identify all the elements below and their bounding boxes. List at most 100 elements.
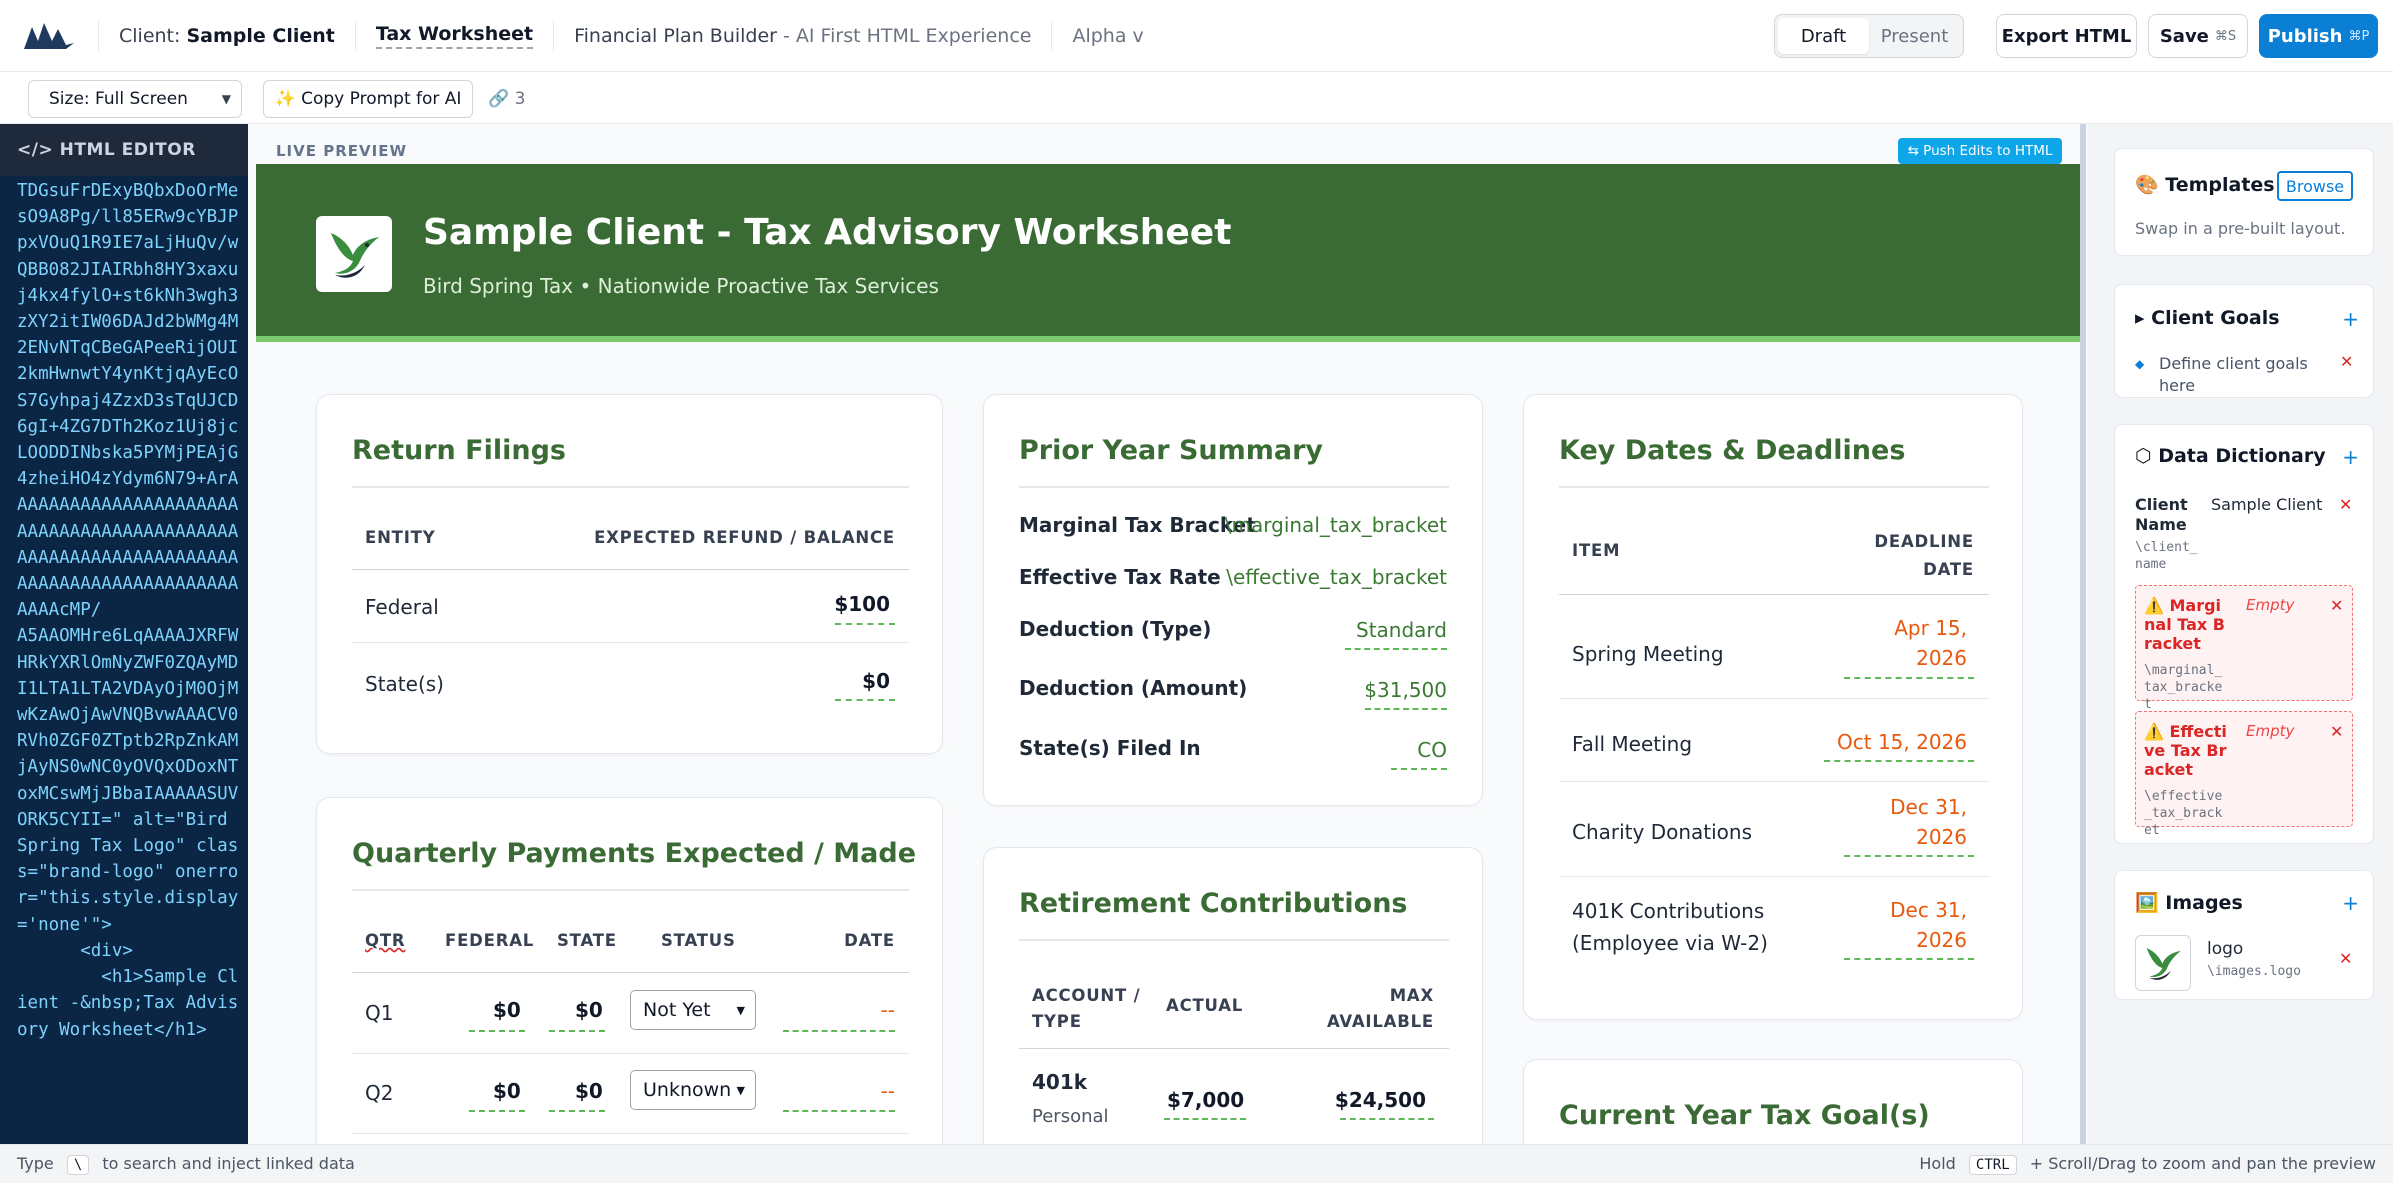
state-value[interactable]: $0 (575, 1079, 603, 1103)
editable-underline (469, 1110, 525, 1112)
worksheet-title: Sample Client - Tax Advisory Worksheet (423, 212, 1232, 253)
client-name: Sample Client (186, 24, 335, 47)
push-edits-button[interactable]: ⇆ Push Edits to HTML (1898, 138, 2062, 164)
key-dates-title: Key Dates & Deadlines (1559, 435, 1906, 466)
divider (1559, 876, 1989, 877)
col-deadline: DEADLINE DATE (1874, 532, 1974, 579)
dict-entry-value[interactable]: Sample Client (2211, 495, 2322, 514)
client-goals-title[interactable]: ▸ Client Goals (2135, 307, 2280, 329)
image-name: logo (2207, 939, 2244, 959)
dict-entry-value[interactable]: Empty (2246, 596, 2294, 614)
mode-toggle: Draft Present (1774, 14, 1964, 58)
deadline-value[interactable]: Oct 15, 2026 (1837, 730, 1967, 754)
status-select[interactable]: Not Yet ▼ (630, 990, 756, 1030)
editable-underline (1824, 760, 1974, 762)
deadline-value[interactable]: Dec 31, 2026 (1837, 895, 1967, 955)
federal-value[interactable]: $0 (493, 998, 521, 1022)
publish-button[interactable]: Publish ⌘P (2259, 14, 2378, 58)
summary-value[interactable]: CO (1417, 738, 1447, 762)
mode-draft-button[interactable]: Draft (1778, 18, 1869, 54)
app-title: Financial Plan Builder - AI First HTML E… (574, 24, 1032, 47)
image-thumbnail[interactable] (2135, 935, 2191, 991)
dict-entry-value[interactable]: Empty (2246, 722, 2294, 740)
summary-label: Deduction (Amount) (1019, 676, 1248, 700)
linked-count[interactable]: 🔗 3 (488, 89, 525, 109)
federal-value[interactable]: $0 (493, 1079, 521, 1103)
editable-underline (835, 699, 895, 701)
version-label: Alpha v (1072, 24, 1144, 47)
dict-entry-key: \client_name (2135, 540, 2198, 572)
prior-year-title: Prior Year Summary (1019, 435, 1324, 466)
app-logo-icon[interactable] (22, 18, 78, 54)
remove-entry-icon[interactable]: ✕ (2330, 596, 2343, 615)
chevron-down-icon: ▼ (736, 1004, 745, 1017)
editable-underline (1391, 768, 1447, 770)
status-select[interactable]: Unknown ▼ (630, 1070, 756, 1110)
zoom-hint: Hold CTRL + Scroll/Drag to zoom and pan … (1919, 1154, 2376, 1175)
dict-entry-label: ⚠️ Effective Tax Bracket (2144, 722, 2227, 779)
divider (1051, 20, 1053, 51)
summary-value[interactable]: \effective_tax_bracket (1226, 565, 1447, 589)
editable-underline (1844, 677, 1974, 679)
summary-value[interactable]: \marginal_tax_bracket (1225, 513, 1447, 537)
remove-entry-icon[interactable]: ✕ (2330, 722, 2343, 741)
deadline-value[interactable]: Apr 15, 2026 (1837, 613, 1967, 673)
copy-prompt-button[interactable]: ✨ Copy Prompt for AI (263, 80, 473, 118)
divider (1559, 698, 1989, 699)
divider (354, 20, 356, 51)
templates-title: 🎨 Templates (2135, 174, 2275, 196)
actual-value[interactable]: $7,000 (1167, 1088, 1244, 1112)
templates-description: Swap in a pre-built layout. (2135, 219, 2346, 238)
add-image-icon[interactable]: + (2342, 891, 2359, 915)
deadline-value[interactable]: Dec 31, 2026 (1837, 792, 1967, 852)
backslash-key: \ (66, 1155, 90, 1175)
editable-underline (1345, 648, 1447, 650)
summary-value[interactable]: Standard (1356, 618, 1447, 642)
date-item: Spring Meeting (1572, 642, 1724, 666)
col-item: ITEM (1572, 541, 1621, 560)
date-value[interactable]: -- (881, 1079, 895, 1103)
mode-present-button[interactable]: Present (1869, 18, 1960, 54)
dict-entry-label: ⚠️ Marginal Tax Bracket (2144, 596, 2225, 653)
return-filings-card: Return Filings ENTITY EXPECTED REFUND / … (316, 394, 943, 754)
refund-value[interactable]: $0 (862, 669, 890, 693)
max-value[interactable]: $24,500 (1335, 1088, 1426, 1112)
add-goal-icon[interactable]: + (2342, 307, 2359, 331)
tab-tax-worksheet[interactable]: Tax Worksheet (375, 23, 534, 49)
goal-item[interactable]: Define client goals here (2159, 353, 2309, 397)
bird-logo-icon (316, 216, 392, 292)
browse-templates-button[interactable]: Browse (2277, 171, 2353, 201)
remove-entry-icon[interactable]: ✕ (2339, 495, 2352, 514)
divider (352, 569, 909, 570)
date-item: Charity Donations (1572, 820, 1753, 844)
save-button[interactable]: Save ⌘S (2148, 14, 2248, 58)
remove-image-icon[interactable]: ✕ (2339, 949, 2352, 968)
entity-cell: Federal (365, 595, 439, 619)
remove-goal-icon[interactable]: ✕ (2340, 352, 2353, 371)
dict-entry-key: \effective_tax_bracket (2144, 789, 2223, 838)
worksheet-tagline: Bird Spring Tax • Nationwide Proactive T… (423, 274, 939, 298)
date-item: Fall Meeting (1572, 732, 1693, 756)
date-value[interactable]: -- (881, 998, 895, 1022)
html-editor: </> HTML EDITOR TDGsuFrDExyBQbxDoOrMesO9… (0, 124, 248, 1144)
state-value[interactable]: $0 (575, 998, 603, 1022)
divider (352, 972, 909, 973)
add-dictionary-entry-icon[interactable]: + (2342, 445, 2359, 469)
code-area[interactable]: TDGsuFrDExyBQbxDoOrMesO9A8Pg/ll85ERw9cYB… (0, 176, 240, 1043)
data-dictionary-card: ⬡ Data Dictionary + Client Name \client_… (2114, 424, 2374, 844)
size-select[interactable]: Size: Full Screen ▼ (28, 80, 242, 118)
editable-underline (1340, 1118, 1434, 1120)
quarterly-title: Quarterly Payments Expected / Made (352, 838, 917, 869)
export-html-button[interactable]: Export HTML (1996, 14, 2137, 58)
client-label[interactable]: Client: Sample Client (119, 25, 335, 47)
preview-resize-handle[interactable] (2080, 124, 2086, 1144)
images-card: 🖼️ Images + logo \images.logo ✕ (2114, 870, 2374, 1000)
client-goals-card: ▸ Client Goals + ◆ Define client goals h… (2114, 284, 2374, 398)
return-filings-title: Return Filings (352, 435, 566, 466)
divider (352, 1133, 909, 1134)
summary-label: Effective Tax Rate (1019, 565, 1221, 589)
editable-underline (783, 1030, 895, 1032)
summary-value[interactable]: $31,500 (1364, 678, 1447, 702)
refund-value[interactable]: $100 (834, 592, 890, 616)
dictionary-entry-empty: ⚠️ Effective Tax Bracket \effective_tax_… (2135, 711, 2353, 838)
